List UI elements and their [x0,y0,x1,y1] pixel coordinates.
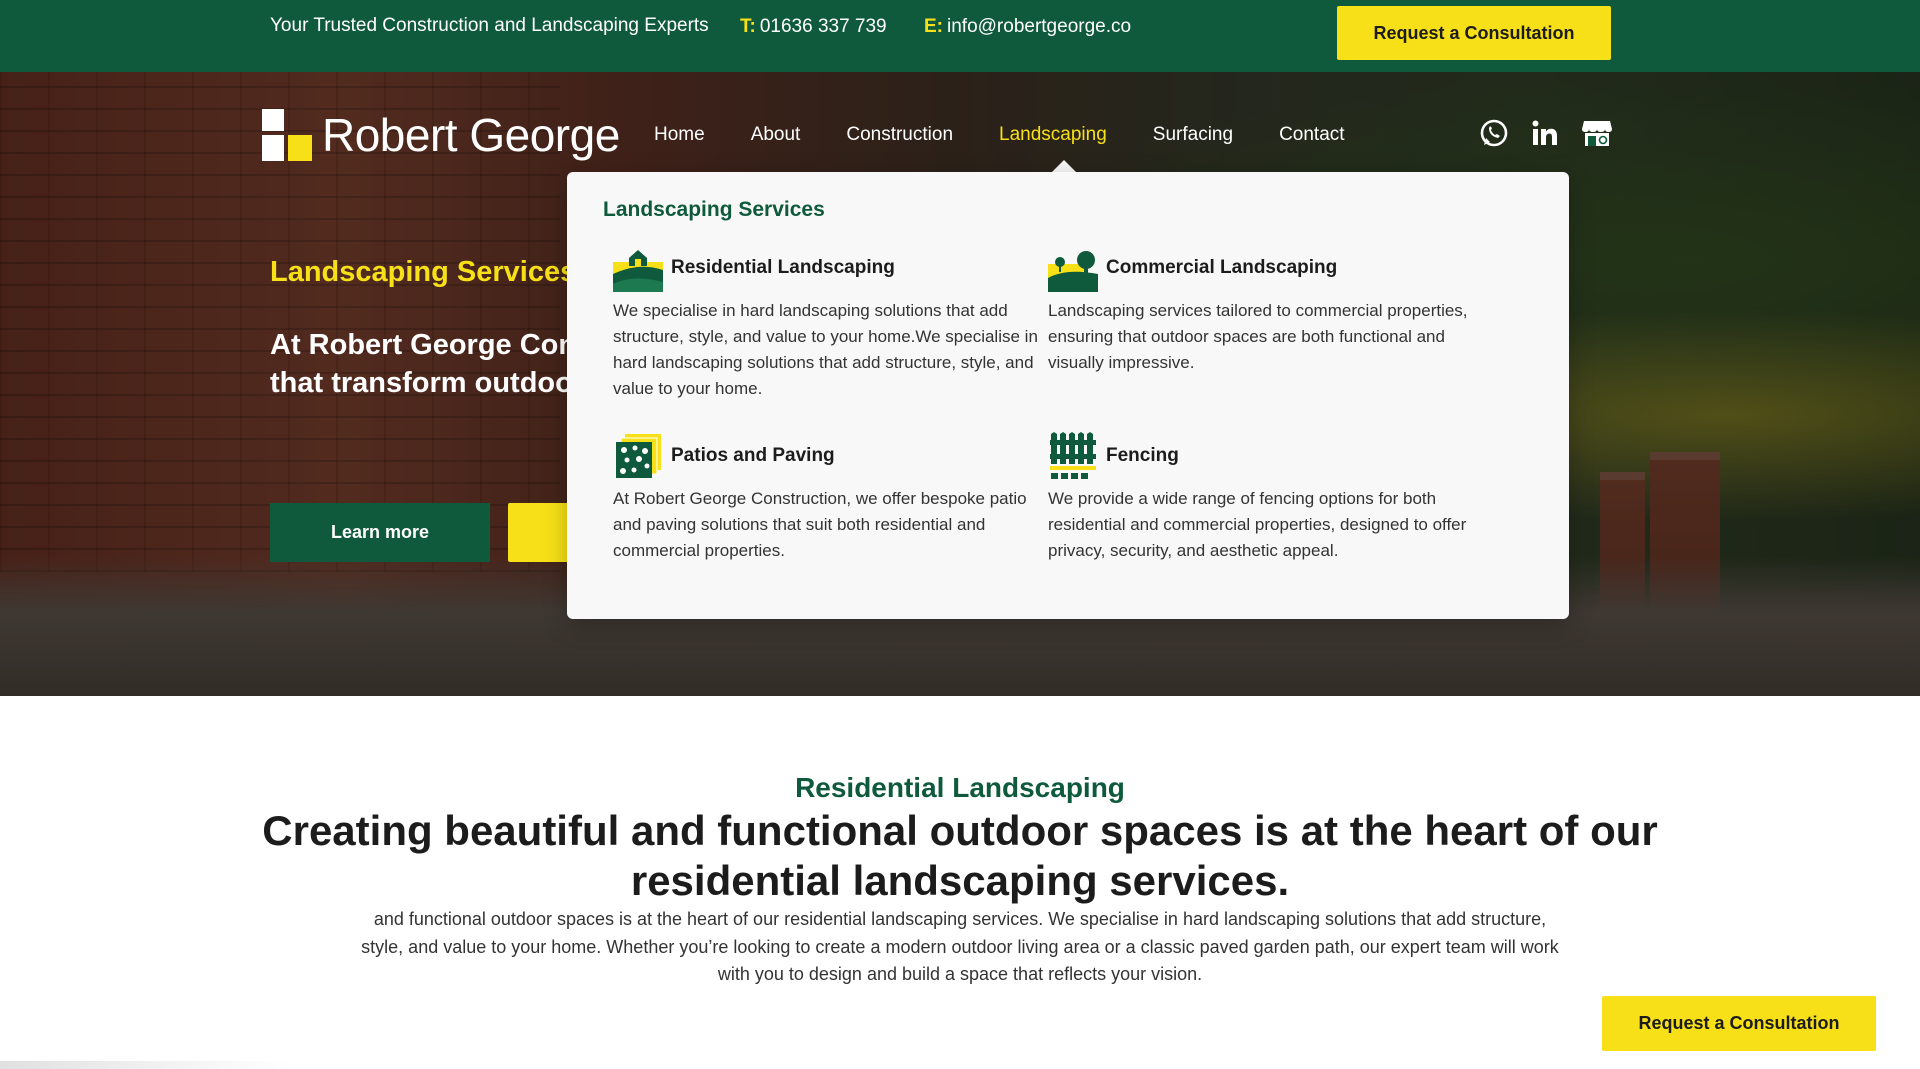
section-title: Creating beautiful and functional outdoo… [262,807,1658,904]
tagline: Your Trusted Construction and Landscapin… [270,15,709,36]
nav-home[interactable]: Home [654,124,705,146]
nav-landscaping[interactable]: Landscaping [999,124,1107,146]
email-label: E: [924,16,943,37]
linkedin-icon[interactable] [1528,116,1562,150]
commercial-landscape-icon [1048,251,1098,292]
service-name: Fencing [1106,445,1179,466]
service-description: Landscaping services tailored to commerc… [1048,301,1468,372]
email-contact[interactable]: E: info@robertgeorge.co [924,16,1131,38]
request-consultation-button[interactable]: Request a Consultation [1337,6,1611,60]
service-name: Residential Landscaping [671,257,895,278]
service-description: We provide a wide range of fencing optio… [1048,489,1467,560]
menu-item-residential-landscaping[interactable]: Residential Landscaping We specialise in… [613,244,1043,402]
nav-contact[interactable]: Contact [1279,124,1344,146]
site-logo[interactable]: Robert George [262,108,620,162]
phone-number[interactable]: 01636 337 739 [760,16,887,37]
service-description: At Robert George Construction, we offer … [613,489,1027,560]
dropdown-title: Landscaping Services [603,198,825,221]
phone-label: T: [740,16,756,37]
brand-name: Robert George [322,109,620,161]
paving-icon [616,434,661,478]
menu-item-patios-and-paving[interactable]: Patios and Paving At Robert George Const… [613,432,1043,564]
section-kicker: Residential Landscaping [795,772,1125,803]
fence-icon [1050,432,1096,479]
menu-item-fencing[interactable]: Fencing We provide a wide range of fenci… [1048,432,1478,564]
hero-subtitle: Landscaping Services [270,256,577,288]
whatsapp-icon[interactable] [1477,116,1511,150]
nav-about[interactable]: About [751,124,801,146]
nav-construction[interactable]: Construction [846,124,953,146]
learn-more-button[interactable]: Learn more [270,503,490,562]
residential-landscape-icon [613,250,663,292]
section-body: and functional outdoor spaces is at the … [361,909,1559,984]
bottom-edge-shadow [0,1061,290,1069]
service-name: Patios and Paving [671,445,835,466]
logo-mark-icon [262,109,314,161]
service-description: We specialise in hard landscaping soluti… [613,301,1038,398]
nav-surfacing[interactable]: Surfacing [1153,124,1233,146]
menu-item-commercial-landscaping[interactable]: Commercial Landscaping Landscaping servi… [1048,244,1478,376]
email-address[interactable]: info@robertgeorge.co [947,16,1131,37]
google-business-icon[interactable] [1580,116,1614,150]
service-name: Commercial Landscaping [1106,257,1338,278]
phone-contact[interactable]: T: 01636 337 739 [740,16,887,38]
top-bar: Your Trusted Construction and Landscapin… [0,0,1920,72]
main-nav: Home About Construction Landscaping Surf… [654,124,1345,146]
floating-consultation-button[interactable]: Request a Consultation [1602,996,1876,1051]
landscaping-dropdown-menu: Landscaping Services Residential Landsca… [567,172,1569,619]
